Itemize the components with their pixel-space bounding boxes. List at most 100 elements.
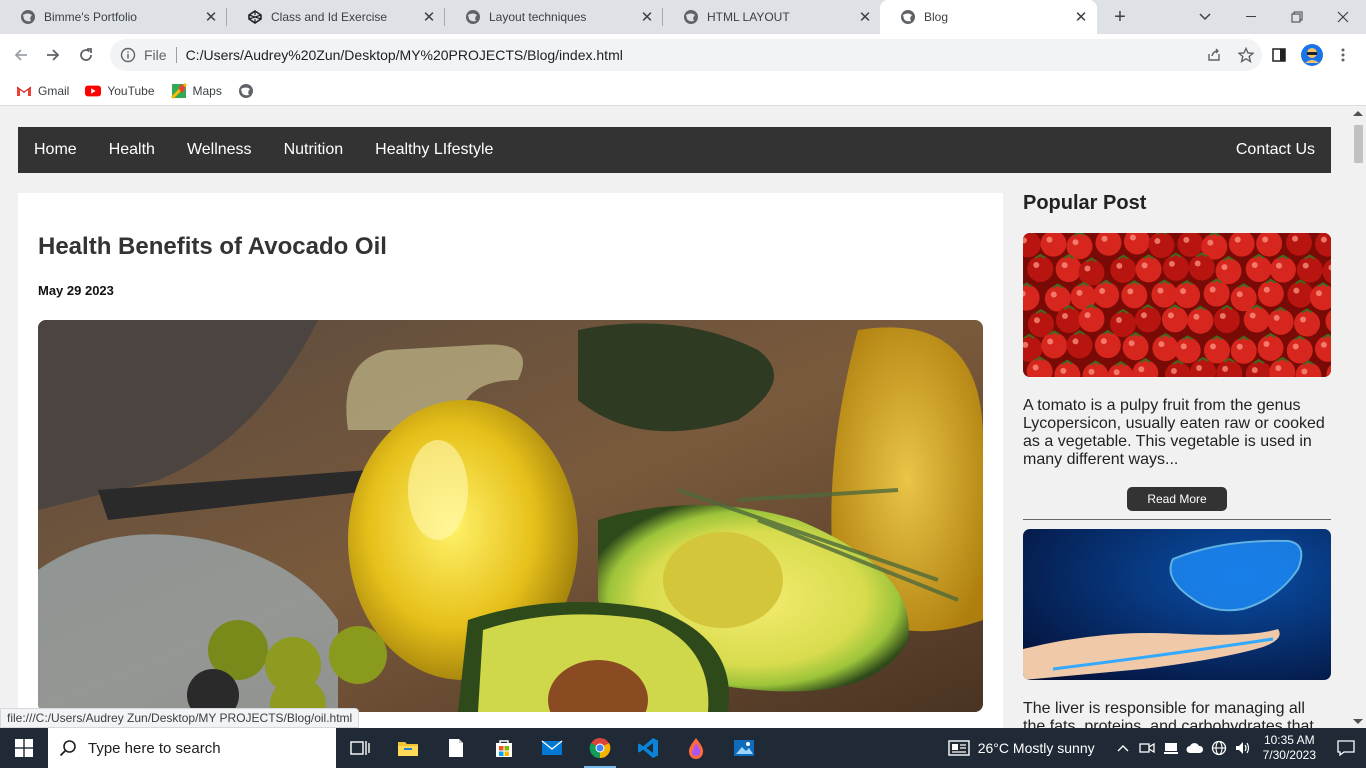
article-date: May 29 2023 bbox=[38, 283, 114, 298]
chrome-button[interactable] bbox=[576, 728, 624, 768]
taskbar-search[interactable]: Type here to search bbox=[48, 728, 336, 768]
side-panel-button[interactable] bbox=[1266, 42, 1292, 68]
close-icon[interactable]: ✕ bbox=[1073, 9, 1089, 26]
globe-icon bbox=[20, 9, 36, 25]
notification-button[interactable] bbox=[1326, 740, 1366, 756]
search-icon bbox=[48, 739, 88, 757]
bookmark-globe[interactable] bbox=[238, 83, 260, 99]
globe-icon bbox=[465, 9, 481, 25]
tab-blog[interactable]: Blog ✕ bbox=[880, 0, 1097, 34]
nav-contact-us[interactable]: Contact Us bbox=[1236, 141, 1315, 159]
nav-home[interactable]: Home bbox=[34, 141, 77, 159]
tab-title: Class and Id Exercise bbox=[271, 10, 388, 24]
sidebar-heading: Popular Post bbox=[1023, 192, 1147, 214]
document-icon bbox=[449, 739, 463, 757]
store-button[interactable] bbox=[480, 728, 528, 768]
share-icon[interactable] bbox=[1198, 39, 1230, 71]
globe-icon bbox=[683, 9, 699, 25]
scheme-label: File bbox=[144, 47, 167, 63]
back-button[interactable] bbox=[8, 42, 34, 68]
bookmark-maps[interactable]: Maps bbox=[170, 82, 222, 99]
menu-button[interactable] bbox=[1330, 42, 1356, 68]
clock-date: 7/30/2023 bbox=[1262, 748, 1316, 762]
close-icon[interactable]: ✕ bbox=[203, 9, 219, 26]
site-navbar: Home Health Wellness Nutrition Healthy L… bbox=[18, 127, 1331, 173]
clock[interactable]: 10:35 AM 7/30/2023 bbox=[1263, 733, 1316, 763]
mail-button[interactable] bbox=[528, 728, 576, 768]
close-icon[interactable]: ✕ bbox=[421, 9, 437, 26]
droplet-icon bbox=[688, 738, 704, 759]
onedrive-icon[interactable] bbox=[1183, 742, 1207, 754]
language-globe-icon[interactable] bbox=[1207, 740, 1231, 756]
gmail-icon bbox=[16, 83, 32, 99]
address-bar[interactable]: File C:/Users/Audrey%20Zun/Desktop/MY%20… bbox=[110, 39, 1262, 71]
nav-health[interactable]: Health bbox=[109, 141, 155, 159]
page-viewport: Home Health Wellness Nutrition Healthy L… bbox=[0, 107, 1350, 728]
network-drive-icon[interactable] bbox=[1159, 741, 1183, 755]
bookmark-gmail[interactable]: Gmail bbox=[16, 83, 69, 99]
tab-bimmes-portfolio[interactable]: Bimme's Portfolio ✕ bbox=[0, 0, 227, 34]
close-window-button[interactable] bbox=[1320, 0, 1366, 34]
tab-class-and-id-exercise[interactable]: Class and Id Exercise ✕ bbox=[227, 0, 445, 34]
url-text[interactable]: C:/Users/Audrey%20Zun/Desktop/MY%20PROJE… bbox=[186, 47, 623, 63]
post-excerpt: The liver is responsible for managing al… bbox=[1023, 700, 1314, 728]
profile-avatar[interactable] bbox=[1299, 42, 1325, 68]
article-hero-image[interactable] bbox=[38, 320, 983, 712]
tab-layout-techniques[interactable]: Layout techniques ✕ bbox=[445, 0, 663, 34]
nav-wellness[interactable]: Wellness bbox=[187, 141, 252, 159]
minimize-button[interactable] bbox=[1228, 0, 1274, 34]
nav-healthy-lifestyle[interactable]: Healthy LIfestyle bbox=[375, 141, 493, 159]
side-panel-icon bbox=[1272, 48, 1286, 62]
info-icon[interactable] bbox=[120, 47, 136, 63]
bookmark-youtube[interactable]: YouTube bbox=[85, 83, 155, 99]
tab-search-button[interactable] bbox=[1182, 0, 1228, 34]
sidebar: Popular Post A tomato is a pulpy fruit f… bbox=[1023, 193, 1331, 728]
chrome-icon bbox=[589, 738, 611, 759]
tab-html-layout[interactable]: HTML LAYOUT ✕ bbox=[663, 0, 881, 34]
youtube-icon bbox=[85, 83, 102, 99]
restore-button[interactable] bbox=[1274, 0, 1320, 34]
article-card: Health Benefits of Avocado Oil May 29 20… bbox=[18, 193, 1003, 728]
post-excerpt: A tomato is a pulpy fruit from the genus… bbox=[1023, 397, 1325, 468]
tab-title: Blog bbox=[924, 10, 949, 24]
article-title: Health Benefits of Avocado Oil bbox=[38, 233, 387, 260]
read-more-button[interactable]: Read More bbox=[1127, 487, 1227, 511]
new-tab-button[interactable]: + bbox=[1108, 5, 1132, 29]
weather-widget[interactable]: 26°C Mostly sunny bbox=[948, 740, 1095, 756]
bookmark-label: Maps bbox=[192, 83, 222, 98]
scrollbar-thumb[interactable] bbox=[1354, 125, 1363, 163]
tab-title: HTML LAYOUT bbox=[707, 10, 790, 24]
weather-text: 26°C Mostly sunny bbox=[977, 740, 1095, 756]
divider bbox=[1023, 519, 1331, 520]
volume-icon[interactable] bbox=[1231, 741, 1255, 755]
post-image-tomatoes[interactable] bbox=[1023, 233, 1331, 377]
mail-icon bbox=[541, 740, 563, 755]
file-explorer-button[interactable] bbox=[384, 728, 432, 768]
reload-button[interactable] bbox=[73, 42, 99, 68]
photos-button[interactable] bbox=[720, 728, 768, 768]
reload-icon bbox=[80, 48, 92, 61]
paint-app-button[interactable] bbox=[672, 728, 720, 768]
nav-nutrition[interactable]: Nutrition bbox=[284, 141, 344, 159]
vscode-button[interactable] bbox=[624, 728, 672, 768]
globe-icon bbox=[238, 83, 254, 99]
close-icon[interactable]: ✕ bbox=[639, 9, 655, 26]
arrow-left-icon bbox=[14, 49, 27, 61]
status-url-bubble: file:///C:/Users/Audrey Zun/Desktop/MY P… bbox=[0, 708, 360, 728]
page-scrollbar[interactable] bbox=[1350, 107, 1366, 728]
post-image-liver[interactable] bbox=[1023, 529, 1331, 680]
chevron-up-icon[interactable] bbox=[1111, 744, 1135, 752]
tab-strip: Bimme's Portfolio ✕ Class and Id Exercis… bbox=[0, 0, 1366, 34]
close-icon[interactable]: ✕ bbox=[857, 9, 873, 26]
meet-now-icon[interactable] bbox=[1135, 741, 1159, 755]
search-placeholder: Type here to search bbox=[88, 739, 221, 757]
task-view-button[interactable] bbox=[336, 728, 384, 768]
forward-button[interactable] bbox=[40, 42, 66, 68]
notepad-button[interactable] bbox=[432, 728, 480, 768]
start-button[interactable] bbox=[0, 728, 48, 768]
chevron-down-icon bbox=[1199, 13, 1211, 21]
bookmark-star-icon[interactable] bbox=[1230, 39, 1262, 71]
scroll-down-icon[interactable] bbox=[1353, 719, 1363, 724]
maps-icon bbox=[170, 82, 187, 99]
scroll-up-icon[interactable] bbox=[1353, 111, 1363, 116]
